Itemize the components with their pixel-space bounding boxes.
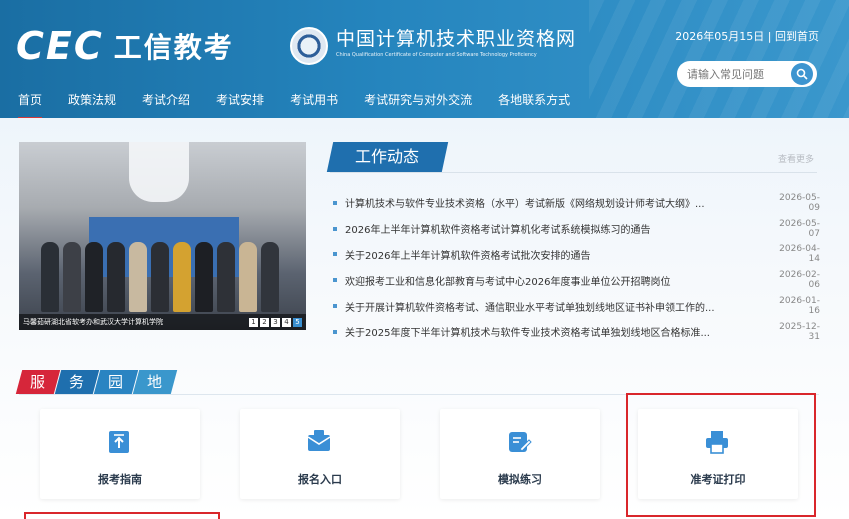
nav-policy[interactable]: 政策法规 (68, 91, 116, 114)
guide-icon (109, 431, 129, 453)
news-tab-label: 工作动态 (355, 147, 420, 166)
slider-page-4[interactable]: 4 (282, 318, 291, 327)
top-info: 2026年05月15日 | 回到首页 (675, 28, 819, 44)
bullet-icon (333, 278, 337, 283)
nav-home[interactable]: 首页 (18, 91, 43, 118)
service-card-label: 报考指南 (98, 473, 142, 486)
services-heading-char: 园 (93, 370, 139, 394)
service-card-label: 报名入口 (298, 473, 342, 486)
news-divider (330, 172, 817, 173)
news-title[interactable]: 欢迎报考工业和信息化部教育与考试中心2026年度事业单位公开招聘岗位 (345, 273, 768, 288)
news-date: 2026-01-16 (779, 296, 820, 317)
bullet-icon (333, 252, 337, 257)
photo-person (217, 242, 235, 312)
nav-exam-books[interactable]: 考试用书 (290, 91, 338, 114)
practice-icon (509, 432, 532, 452)
news-title[interactable]: 2026年上半年计算机软件资格考试计算机化考试系统模拟练习的通告 (345, 221, 768, 236)
nav-exam-intro[interactable]: 考试介绍 (142, 91, 190, 114)
highlight-box (24, 512, 220, 519)
service-card-label: 模拟练习 (498, 473, 542, 486)
news-item[interactable]: 2026年上半年计算机软件资格考试计算机化考试系统模拟练习的通告 2026-05-… (333, 216, 820, 242)
bullet-icon (333, 329, 337, 334)
photo-person (173, 242, 191, 312)
news-title[interactable]: 关于开展计算机软件资格考试、通信职业水平考试单独划线地区证书补申领工作的... (345, 299, 768, 314)
photo-person (85, 242, 103, 312)
highlight-box (626, 393, 816, 517)
logo-title: 工信教考 (113, 31, 234, 64)
site-name-en: China Qualification Certificate of Compu… (336, 52, 537, 58)
main-nav: 首页 政策法规 考试介绍 考试安排 考试用书 考试研究与对外交流 各地联系方式 (18, 91, 596, 118)
service-card-guide[interactable]: 报考指南 (40, 409, 200, 499)
news-date: 2026-04-14 (779, 244, 820, 265)
news-date: 2026-05-07 (779, 218, 820, 239)
nav-exam-schedule[interactable]: 考试安排 (216, 91, 264, 114)
slider-page-2[interactable]: 2 (260, 318, 269, 327)
bullet-icon (333, 200, 337, 205)
nav-contacts[interactable]: 各地联系方式 (498, 91, 570, 114)
news-date: 2026-02-06 (779, 270, 820, 291)
current-date: 2026年05月15日 (675, 30, 765, 43)
photo-ceiling-light (129, 142, 189, 202)
photo-person (107, 242, 125, 312)
news-date: 2026-05-09 (779, 192, 820, 213)
news-item[interactable]: 欢迎报考工业和信息化部教育与考试中心2026年度事业单位公开招聘岗位 2026-0… (333, 267, 820, 293)
photo-person (195, 242, 213, 312)
site-logo[interactable]: CEC 工信教考 (16, 26, 234, 66)
slider-pager: 1 2 3 4 5 (249, 318, 302, 327)
registration-icon (307, 430, 331, 451)
news-tab[interactable]: 工作动态 (326, 142, 449, 172)
news-date: 2025-12-31 (779, 321, 820, 342)
search-button[interactable] (791, 63, 813, 85)
photo-person (129, 242, 147, 312)
news-item[interactable]: 计算机技术与软件专业技术资格（水平）考试新版《网络规划设计师考试大纲》... 20… (333, 190, 820, 216)
news-slider[interactable]: 马馨茹研湖北省软考办和武汉大学计算机学院 1 2 3 4 5 (19, 142, 306, 330)
bullet-icon (333, 226, 337, 231)
back-home-link[interactable]: 回到首页 (775, 30, 819, 43)
photo-person (151, 242, 169, 312)
emblem-icon (290, 27, 328, 65)
news-item[interactable]: 关于2026年上半年计算机软件资格考试批次安排的通告 2026-04-14 (333, 242, 820, 268)
slider-page-1[interactable]: 1 (249, 318, 258, 327)
slider-page-5[interactable]: 5 (293, 318, 302, 327)
header-decoration (589, 0, 849, 118)
bullet-icon (333, 304, 337, 309)
logo-cec-text: CEC (16, 24, 104, 68)
search-icon (796, 68, 808, 80)
site-header: CEC 工信教考 中国计算机技术职业资格网 China Qualificatio… (0, 0, 849, 118)
slider-page-3[interactable]: 3 (271, 318, 280, 327)
photo-person (41, 242, 59, 312)
service-card-practice[interactable]: 模拟练习 (440, 409, 600, 499)
more-link[interactable]: 查看更多 (778, 152, 814, 165)
news-list: 计算机技术与软件专业技术资格（水平）考试新版《网络规划设计师考试大纲》... 20… (333, 190, 820, 345)
photo-person (63, 242, 81, 312)
site-name-cn: 中国计算机技术职业资格网 (336, 28, 577, 50)
news-title[interactable]: 计算机技术与软件专业技术资格（水平）考试新版《网络规划设计师考试大纲》... (345, 195, 768, 210)
nav-research[interactable]: 考试研究与对外交流 (364, 91, 472, 114)
services-heading-char: 服 (15, 370, 61, 394)
separator: | (767, 30, 775, 43)
site-name: 中国计算机技术职业资格网 China Qualification Certifi… (336, 27, 576, 59)
photo-person (239, 242, 257, 312)
news-title[interactable]: 关于2025年度下半年计算机技术与软件专业技术资格考试单独划线地区合格标准... (345, 324, 768, 339)
services-heading-char: 务 (54, 370, 100, 394)
photo-person (261, 242, 279, 312)
services-heading-char: 地 (132, 370, 178, 394)
service-card-registration[interactable]: 报名入口 (240, 409, 400, 499)
news-title[interactable]: 关于2026年上半年计算机软件资格考试批次安排的通告 (345, 247, 768, 262)
news-item[interactable]: 关于开展计算机软件资格考试、通信职业水平考试单独划线地区证书补申领工作的... 2… (333, 293, 820, 319)
news-item[interactable]: 关于2025年度下半年计算机技术与软件专业技术资格考试单独划线地区合格标准...… (333, 319, 820, 345)
services-heading: 服 务 园 地 (15, 370, 178, 394)
